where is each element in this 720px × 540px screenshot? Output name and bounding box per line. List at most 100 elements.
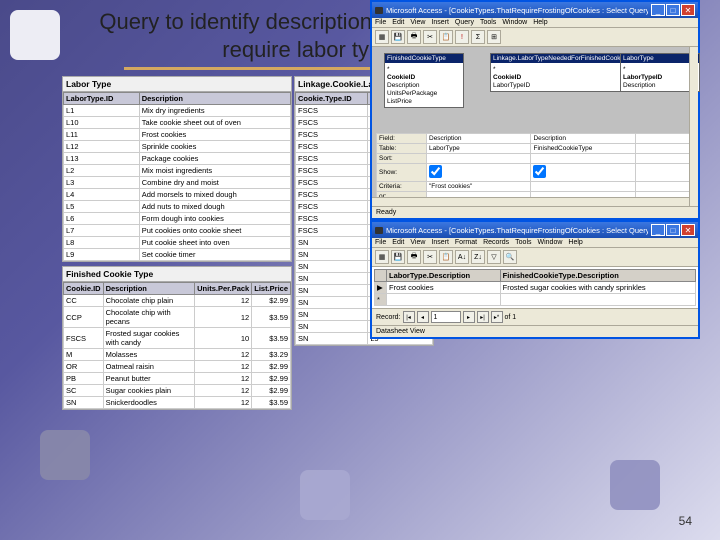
table-row[interactable]: L3Combine dry and moist xyxy=(64,177,291,189)
menu-item[interactable]: Tools xyxy=(480,19,496,26)
cell[interactable]: $3.59 xyxy=(252,397,291,409)
cell[interactable]: CC xyxy=(64,295,104,307)
table-box-title[interactable]: FinishedCookieType xyxy=(385,54,463,63)
menu-item[interactable]: Edit xyxy=(392,239,404,246)
menu-item[interactable]: File xyxy=(375,239,386,246)
cell[interactable]: FSCS xyxy=(296,213,368,225)
table-row[interactable]: PBPeanut butter12$2.99 xyxy=(64,373,291,385)
cell[interactable]: L4 xyxy=(64,189,140,201)
cell[interactable]: FSCS xyxy=(296,201,368,213)
cell[interactable]: SC xyxy=(64,385,104,397)
cell[interactable]: L1 xyxy=(64,105,140,117)
grid-cell[interactable]: FinishedCookieType xyxy=(531,144,635,154)
cell[interactable]: SN xyxy=(296,261,368,273)
table-row[interactable]: L7Put cookies onto cookie sheet xyxy=(64,225,291,237)
cell[interactable]: $2.99 xyxy=(252,361,291,373)
vertical-scrollbar[interactable] xyxy=(689,47,698,206)
cell[interactable]: L13 xyxy=(64,153,140,165)
cell[interactable]: L5 xyxy=(64,201,140,213)
cell[interactable]: L3 xyxy=(64,177,140,189)
menu-item[interactable]: Query xyxy=(455,19,474,26)
cell[interactable]: SN xyxy=(64,397,104,409)
field-item[interactable]: Description xyxy=(623,81,697,89)
cell[interactable]: $2.99 xyxy=(252,385,291,397)
filter-button[interactable]: ▽ xyxy=(487,250,501,264)
cell[interactable]: SN xyxy=(296,285,368,297)
table-row[interactable]: L2Mix moist ingredients xyxy=(64,165,291,177)
menu-item[interactable]: View xyxy=(410,239,425,246)
cell[interactable]: SN xyxy=(296,333,368,345)
grid-cell[interactable] xyxy=(635,182,693,192)
cell[interactable]: Frosted sugar cookies with candy xyxy=(103,328,195,349)
field-item[interactable]: CookieID xyxy=(493,73,640,81)
grid-cell[interactable]: LaborType xyxy=(427,144,531,154)
col-header[interactable]: Units.Per.Pack xyxy=(195,283,252,295)
col-header[interactable]: FinishedCookieType.Description xyxy=(500,270,695,282)
field-item[interactable]: * xyxy=(623,65,697,73)
cell[interactable]: FSCS xyxy=(296,117,368,129)
cell[interactable]: $2.99 xyxy=(252,373,291,385)
cell[interactable]: $3.59 xyxy=(252,328,291,349)
cell[interactable]: Mix moist ingredients xyxy=(139,165,290,177)
menu-item[interactable]: Edit xyxy=(392,19,404,26)
minimize-button[interactable]: _ xyxy=(651,224,665,236)
cell[interactable]: Molasses xyxy=(103,349,195,361)
grid-cell[interactable] xyxy=(635,154,693,164)
field-item[interactable]: * xyxy=(387,65,461,73)
col-header[interactable]: List.Price xyxy=(252,283,291,295)
toolbar-button[interactable]: ✂ xyxy=(423,30,437,44)
col-header[interactable]: Cookie.ID xyxy=(64,283,104,295)
datasheet-pane[interactable]: LaborType.Description FinishedCookieType… xyxy=(372,267,698,308)
toolbar-button[interactable]: Σ xyxy=(471,30,485,44)
cell[interactable]: 12 xyxy=(195,349,252,361)
table-box[interactable]: LaborType*LaborTypeIDDescription xyxy=(620,53,700,92)
cell[interactable]: FSCS xyxy=(64,328,104,349)
menu-item[interactable]: View xyxy=(410,19,425,26)
cell[interactable]: PB xyxy=(64,373,104,385)
horizontal-scrollbar[interactable] xyxy=(372,197,698,206)
cell[interactable]: 12 xyxy=(195,373,252,385)
cell[interactable]: FSCS xyxy=(296,129,368,141)
cell[interactable]: FSCS xyxy=(296,165,368,177)
cell[interactable]: SN xyxy=(296,273,368,285)
table-row[interactable]: L12Sprinkle cookies xyxy=(64,141,291,153)
menu-item[interactable]: File xyxy=(375,19,386,26)
toolbar-button[interactable]: ⊞ xyxy=(487,30,501,44)
table-box[interactable]: FinishedCookieType*CookieIDDescriptionUn… xyxy=(384,53,464,108)
table-row[interactable]: L11Frost cookies xyxy=(64,129,291,141)
row-selector-header[interactable] xyxy=(375,270,387,282)
cell[interactable]: L9 xyxy=(64,249,140,261)
find-button[interactable]: 🔍 xyxy=(503,250,517,264)
table-row[interactable]: FSCSFrosted sugar cookies with candy10$3… xyxy=(64,328,291,349)
cell[interactable]: 10 xyxy=(195,328,252,349)
cell[interactable]: Peanut butter xyxy=(103,373,195,385)
show-checkbox[interactable] xyxy=(533,165,546,178)
cell[interactable]: Chocolate chip plain xyxy=(103,295,195,307)
grid-cell[interactable] xyxy=(531,154,635,164)
cell[interactable]: Frost cookies xyxy=(139,129,290,141)
maximize-button[interactable]: □ xyxy=(666,224,680,236)
query-grid[interactable]: Field:DescriptionDescriptionTable:LaborT… xyxy=(376,133,694,202)
cell[interactable]: FSCS xyxy=(296,177,368,189)
cell[interactable]: Chocolate chip with pecans xyxy=(103,307,195,328)
table-row[interactable]: CCChocolate chip plain12$2.99 xyxy=(64,295,291,307)
table-row[interactable]: L13Package cookies xyxy=(64,153,291,165)
run-button[interactable]: ! xyxy=(455,30,469,44)
cell[interactable]: SN xyxy=(296,309,368,321)
first-record-button[interactable]: |◂ xyxy=(403,311,415,323)
menu-item[interactable]: Tools xyxy=(515,239,531,246)
table-row[interactable]: MMolasses12$3.29 xyxy=(64,349,291,361)
grid-cell[interactable]: Description xyxy=(427,134,531,144)
grid-cell[interactable] xyxy=(531,164,635,182)
field-item[interactable]: LaborTypeID xyxy=(623,73,697,81)
prev-record-button[interactable]: ◂ xyxy=(417,311,429,323)
cell[interactable]: FSCS xyxy=(296,189,368,201)
cell[interactable]: Put cookie sheet into oven xyxy=(139,237,290,249)
menu-item[interactable]: Help xyxy=(533,19,547,26)
menu-item[interactable]: Records xyxy=(483,239,509,246)
table-row[interactable]: L9Set cookie timer xyxy=(64,249,291,261)
cell[interactable]: $3.59 xyxy=(252,307,291,328)
grid-cell[interactable] xyxy=(427,164,531,182)
cell[interactable]: Form dough into cookies xyxy=(139,213,290,225)
cell[interactable]: $2.99 xyxy=(252,295,291,307)
